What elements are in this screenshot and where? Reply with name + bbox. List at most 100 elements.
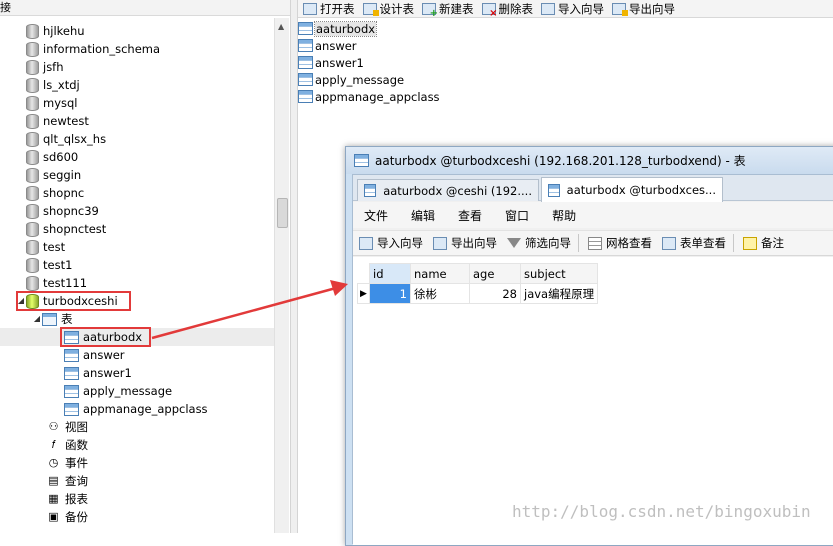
tree-item-table[interactable]: appmanage_appclass xyxy=(64,400,208,418)
tree-item-node[interactable]: 𝑓 函数 xyxy=(46,436,88,454)
export-wizard-button[interactable]: 导出向导 xyxy=(612,1,675,17)
highlight-box-database xyxy=(16,291,131,311)
tree-item-table[interactable]: apply_message xyxy=(64,382,172,400)
pane-splitter[interactable] xyxy=(290,0,298,533)
database-icon xyxy=(26,203,39,219)
tree-scrollbar[interactable]: ▲ xyxy=(274,18,289,533)
menu-help[interactable]: 帮助 xyxy=(552,207,576,224)
menu-edit[interactable]: 编辑 xyxy=(411,207,435,224)
database-icon xyxy=(26,239,39,255)
tree-item-database[interactable]: shopnctest xyxy=(26,220,106,238)
tree-item-database[interactable]: mysql xyxy=(26,94,78,112)
column-header-name[interactable]: name xyxy=(410,263,470,284)
tree-item-database[interactable]: shopnc xyxy=(26,184,84,202)
cell-name[interactable]: 徐彬 xyxy=(410,283,470,304)
tree-item-node[interactable]: ⚇ 视图 xyxy=(46,418,88,436)
table-list-item[interactable]: aaturbodx xyxy=(298,20,378,37)
database-icon xyxy=(26,41,39,57)
table-list-item[interactable]: answer1 xyxy=(298,54,364,71)
menu-window[interactable]: 窗口 xyxy=(505,207,529,224)
table-list-item[interactable]: apply_message xyxy=(298,71,404,88)
tree-item-database[interactable]: information_schema xyxy=(26,40,160,58)
table-list-item[interactable]: answer xyxy=(298,37,357,54)
database-icon xyxy=(26,257,39,273)
database-icon xyxy=(26,185,39,201)
main-toolbar: 打开表 设计表 新建表 删除表 导入向导 导出向导 xyxy=(298,0,833,19)
menu-view[interactable]: 查看 xyxy=(458,207,482,224)
column-header-age[interactable]: age xyxy=(469,263,521,284)
table-icon xyxy=(298,73,313,86)
export-icon xyxy=(433,236,447,250)
tab-turbodxceshi[interactable]: aaturbodx @turbodxces... xyxy=(541,177,723,202)
open-table-button[interactable]: 打开表 xyxy=(303,1,355,17)
tree-item-table[interactable]: answer xyxy=(64,346,125,364)
tree-item-database[interactable]: jsfh xyxy=(26,58,64,76)
tab-ceshi[interactable]: aaturbodx @ceshi (192.... xyxy=(357,179,539,201)
filter-icon xyxy=(507,238,521,248)
database-icon xyxy=(26,221,39,237)
tree-item-database[interactable]: newtest xyxy=(26,112,89,130)
note-icon xyxy=(743,236,757,250)
toolbar-separator xyxy=(733,234,734,252)
tree-item-database[interactable]: ls_xtdj xyxy=(26,76,80,94)
tree-item-database[interactable]: shopnc39 xyxy=(26,202,99,220)
expand-toggle-icon[interactable]: ◢ xyxy=(32,310,42,328)
highlight-box-table xyxy=(60,327,151,347)
tree-item-database[interactable]: seggin xyxy=(26,166,81,184)
database-icon xyxy=(26,77,39,93)
cell-subject[interactable]: java编程原理 xyxy=(519,283,599,304)
column-header-id[interactable]: id xyxy=(369,263,411,284)
menu-bar: 文件 编辑 查看 窗口 帮助 xyxy=(353,202,833,228)
scroll-up-icon[interactable]: ▲ xyxy=(278,22,284,31)
tree-item-database[interactable]: hjlkehu xyxy=(26,22,85,40)
tree-item-node[interactable]: ◷ 事件 xyxy=(46,454,88,472)
import-wizard-button[interactable]: 导入向导 xyxy=(541,1,604,17)
grid-view-icon xyxy=(588,236,602,250)
report-icon: ▦ xyxy=(48,492,59,505)
event-icon: ◷ xyxy=(48,456,59,469)
table-icon xyxy=(548,183,560,197)
table-data-window: aaturbodx @turbodxceshi (192.168.201.128… xyxy=(345,146,833,546)
table-icon xyxy=(64,366,79,380)
tree-item-node[interactable]: ▤ 查询 xyxy=(46,472,88,490)
export-wizard-button[interactable]: 导出向导 xyxy=(433,235,497,251)
cell-id[interactable]: 1 xyxy=(369,283,411,304)
connection-header: 接 xyxy=(0,0,290,16)
tree-item-database[interactable]: test xyxy=(26,238,65,256)
window-titlebar[interactable]: aaturbodx @turbodxceshi (192.168.201.128… xyxy=(346,147,833,174)
table-icon xyxy=(364,184,377,197)
column-header-subject[interactable]: subject xyxy=(519,263,599,284)
tree-item-database[interactable]: sd600 xyxy=(26,148,78,166)
import-wizard-button[interactable]: 导入向导 xyxy=(359,235,423,251)
table-icon xyxy=(298,56,313,69)
tree-item-database[interactable]: test111 xyxy=(26,274,87,292)
table-list-item[interactable]: appmanage_appclass xyxy=(298,88,440,105)
design-table-button[interactable]: 设计表 xyxy=(362,1,414,17)
function-icon: 𝑓 xyxy=(51,438,56,451)
tree-item-tables-folder[interactable]: ◢ 表 xyxy=(32,310,73,328)
tree-item-table[interactable]: answer1 xyxy=(64,364,132,382)
new-table-button[interactable]: 新建表 xyxy=(422,1,474,19)
scroll-thumb[interactable] xyxy=(277,198,288,228)
tree-item-database[interactable]: qlt_qlsx_hs xyxy=(26,130,106,148)
grid-view-button[interactable]: 网格查看 xyxy=(588,235,652,251)
design-table-icon xyxy=(362,2,379,16)
database-icon xyxy=(26,131,39,147)
tree-item-node[interactable]: ▦ 报表 xyxy=(46,490,88,508)
cell-age[interactable]: 28 xyxy=(469,283,521,304)
tab-bar: aaturbodx @ceshi (192.... aaturbodx @tur… xyxy=(353,175,833,202)
tree-item-node[interactable]: ▣ 备份 xyxy=(46,508,88,526)
tree-item-database[interactable]: test1 xyxy=(26,256,72,274)
database-icon xyxy=(26,59,39,75)
delete-table-button[interactable]: 删除表 xyxy=(481,1,533,19)
form-view-button[interactable]: 表单查看 xyxy=(662,235,726,251)
table-row[interactable]: ▶ 1 徐彬 28 java编程原理 xyxy=(357,283,599,304)
note-button[interactable]: 备注 xyxy=(743,235,784,251)
table-icon xyxy=(64,348,79,362)
filter-wizard-button[interactable]: 筛选向导 xyxy=(507,235,571,251)
row-marker-header xyxy=(357,263,370,284)
table-icon xyxy=(64,384,79,398)
menu-file[interactable]: 文件 xyxy=(364,207,388,224)
data-toolbar: 导入向导 导出向导 筛选向导 网格查看 表单查看 备注 xyxy=(353,230,833,256)
tables-folder-icon xyxy=(42,312,57,326)
